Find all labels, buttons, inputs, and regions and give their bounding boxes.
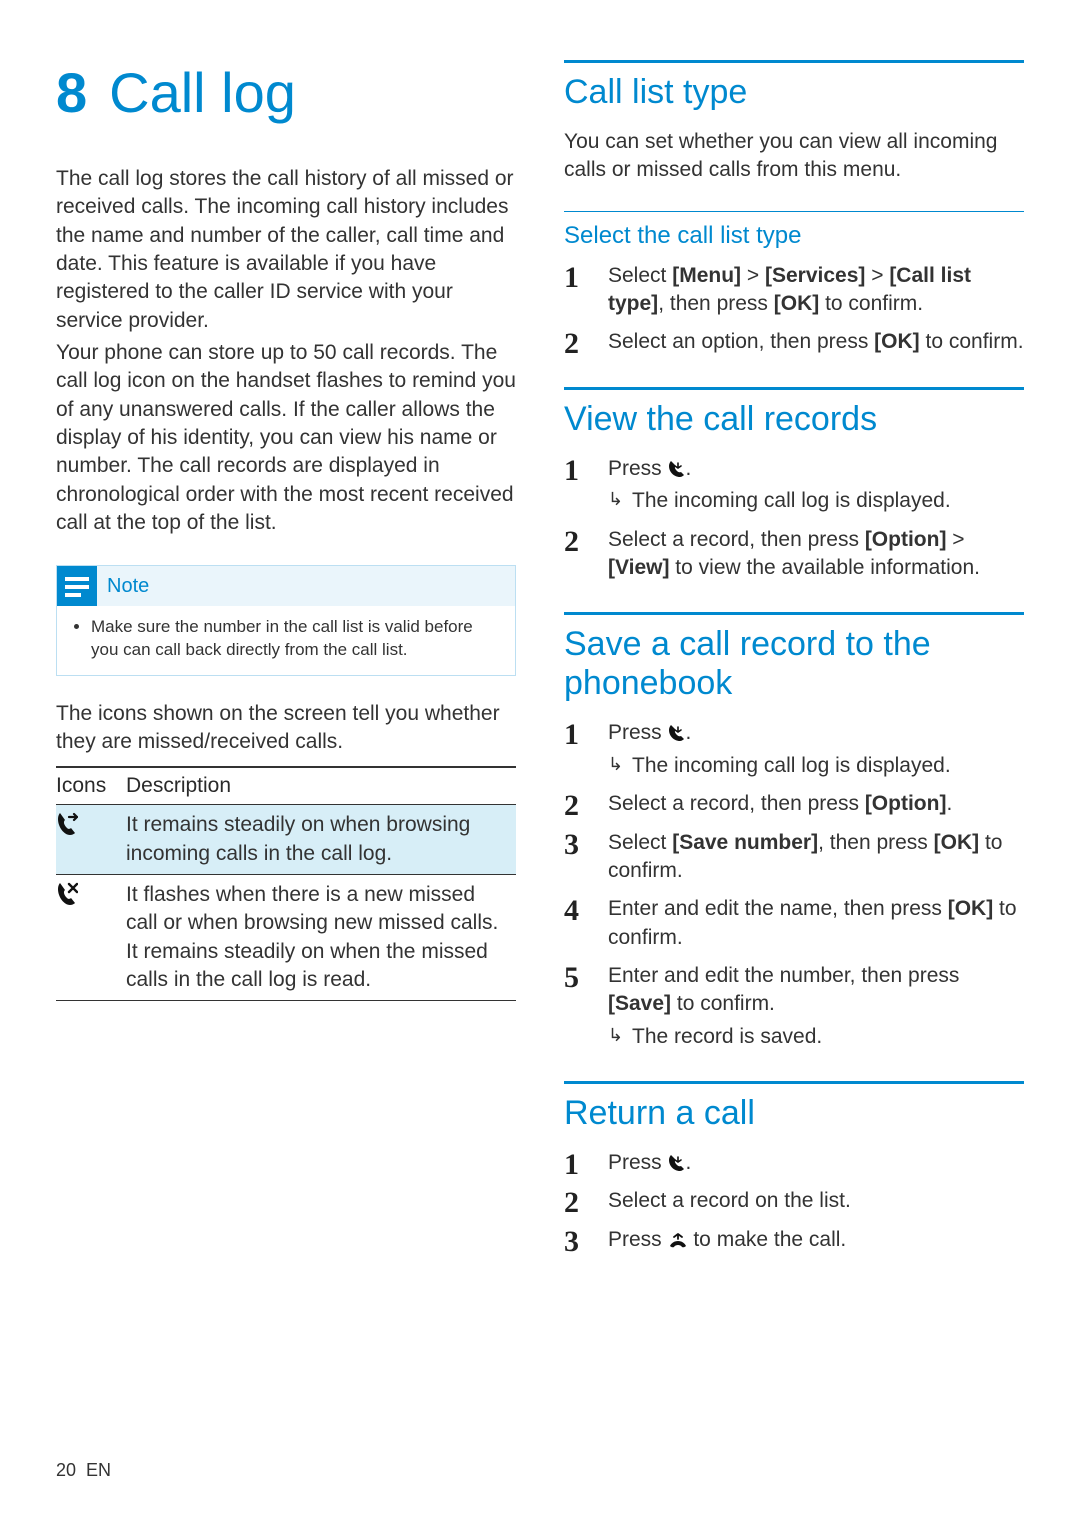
step: Press . The incoming call log is display… xyxy=(564,719,1024,780)
call-missed-icon xyxy=(56,875,126,1001)
section-call-list-type: Call list type xyxy=(564,73,1024,112)
step-text: Enter and edit the number, then press [S… xyxy=(608,964,959,1015)
step: Enter and edit the number, then press [S… xyxy=(564,962,1024,1051)
step: Select an option, then press [OK] to con… xyxy=(564,328,1024,356)
left-column: 8 Call log The call log stores the call h… xyxy=(56,60,516,1264)
table-row: It flashes when there is a new missed ca… xyxy=(56,875,516,1001)
right-column: Call list type You can set whether you c… xyxy=(564,60,1024,1264)
row2-desc: It flashes when there is a new missed ca… xyxy=(126,875,516,1001)
intro-paragraph-1: The call log stores the call history of … xyxy=(56,165,516,335)
chapter-number: 8 xyxy=(56,61,87,124)
step-text: Select [Save number], then press [OK] to… xyxy=(608,831,1003,882)
page-number: 20 xyxy=(56,1460,76,1480)
icons-intro: The icons shown on the screen tell you w… xyxy=(56,700,516,757)
page-language: EN xyxy=(86,1460,111,1480)
step-result: The incoming call log is displayed. xyxy=(608,487,1024,515)
step-text: Select a record, then press [Option]. xyxy=(608,792,952,815)
step-text: Select an option, then press [OK] to con… xyxy=(608,330,1024,353)
steps-view-records: Press . The incoming call log is display… xyxy=(564,455,1024,582)
intro-paragraph-2: Your phone can store up to 50 call recor… xyxy=(56,339,516,537)
table-header-row: Icons Description xyxy=(56,767,516,805)
step-text: Select a record, then press [Option] > [… xyxy=(608,528,980,579)
two-column-layout: 8 Call log The call log stores the call h… xyxy=(56,60,1024,1264)
step: Select a record, then press [Option] > [… xyxy=(564,526,1024,583)
step: Select [Menu] > [Services] > [Call list … xyxy=(564,262,1024,319)
call-log-key-icon xyxy=(668,724,686,742)
step-text: Select a record on the list. xyxy=(608,1189,851,1212)
call-log-key-icon xyxy=(668,1154,686,1172)
row1-desc: It remains steadily on when browsing inc… xyxy=(126,805,516,875)
divider xyxy=(564,612,1024,615)
note-body: Make sure the number in the call list is… xyxy=(57,606,515,674)
th-icons: Icons xyxy=(56,767,126,805)
note-header: Note xyxy=(57,566,515,606)
step-text: Press . xyxy=(608,721,691,744)
step: Select a record, then press [Option]. xyxy=(564,790,1024,818)
note-text: Make sure the number in the call list is… xyxy=(91,616,503,660)
step: Select a record on the list. xyxy=(564,1187,1024,1215)
steps-save-record: Press . The incoming call log is display… xyxy=(564,719,1024,1050)
step-text: Select [Menu] > [Services] > [Call list … xyxy=(608,264,971,315)
step: Press . The incoming call log is display… xyxy=(564,455,1024,516)
section-save-record: Save a call record to the phonebook xyxy=(564,625,1024,703)
page-footer: 20 EN xyxy=(56,1460,111,1481)
th-description: Description xyxy=(126,767,516,805)
note-label: Note xyxy=(107,575,149,598)
chapter-name: Call log xyxy=(109,61,296,124)
step: Press . xyxy=(564,1149,1024,1177)
step-text: Press to make the call. xyxy=(608,1228,846,1251)
call-incoming-icon xyxy=(56,805,126,875)
steps-select-call-list: Select [Menu] > [Services] > [Call list … xyxy=(564,262,1024,357)
chapter-title: 8 Call log xyxy=(56,60,516,125)
icons-table: Icons Description It remains steadily on… xyxy=(56,766,516,1001)
step-result: The record is saved. xyxy=(608,1023,1024,1051)
step-text: Press . xyxy=(608,1151,691,1174)
call-log-key-icon xyxy=(668,460,686,478)
note-icon xyxy=(57,566,97,606)
divider xyxy=(564,60,1024,63)
step-result: The incoming call log is displayed. xyxy=(608,752,1024,780)
divider xyxy=(564,1081,1024,1084)
section-return-call: Return a call xyxy=(564,1094,1024,1133)
steps-return-call: Press . Select a record on the list. Pre… xyxy=(564,1149,1024,1254)
step: Press to make the call. xyxy=(564,1226,1024,1254)
page: 8 Call log The call log stores the call h… xyxy=(0,0,1080,1527)
step: Enter and edit the name, then press [OK]… xyxy=(564,895,1024,952)
section-view-records: View the call records xyxy=(564,400,1024,439)
call-list-type-intro: You can set whether you can view all inc… xyxy=(564,128,1024,185)
talk-key-icon xyxy=(668,1233,688,1249)
step-text: Enter and edit the name, then press [OK]… xyxy=(608,897,1017,948)
step: Select [Save number], then press [OK] to… xyxy=(564,829,1024,886)
divider xyxy=(564,387,1024,390)
table-row: It remains steadily on when browsing inc… xyxy=(56,805,516,875)
subsection-select-call-list-type: Select the call list type xyxy=(564,222,1024,250)
thin-divider xyxy=(564,211,1024,212)
note-box: Note Make sure the number in the call li… xyxy=(56,565,516,675)
step-text: Press . xyxy=(608,457,691,480)
